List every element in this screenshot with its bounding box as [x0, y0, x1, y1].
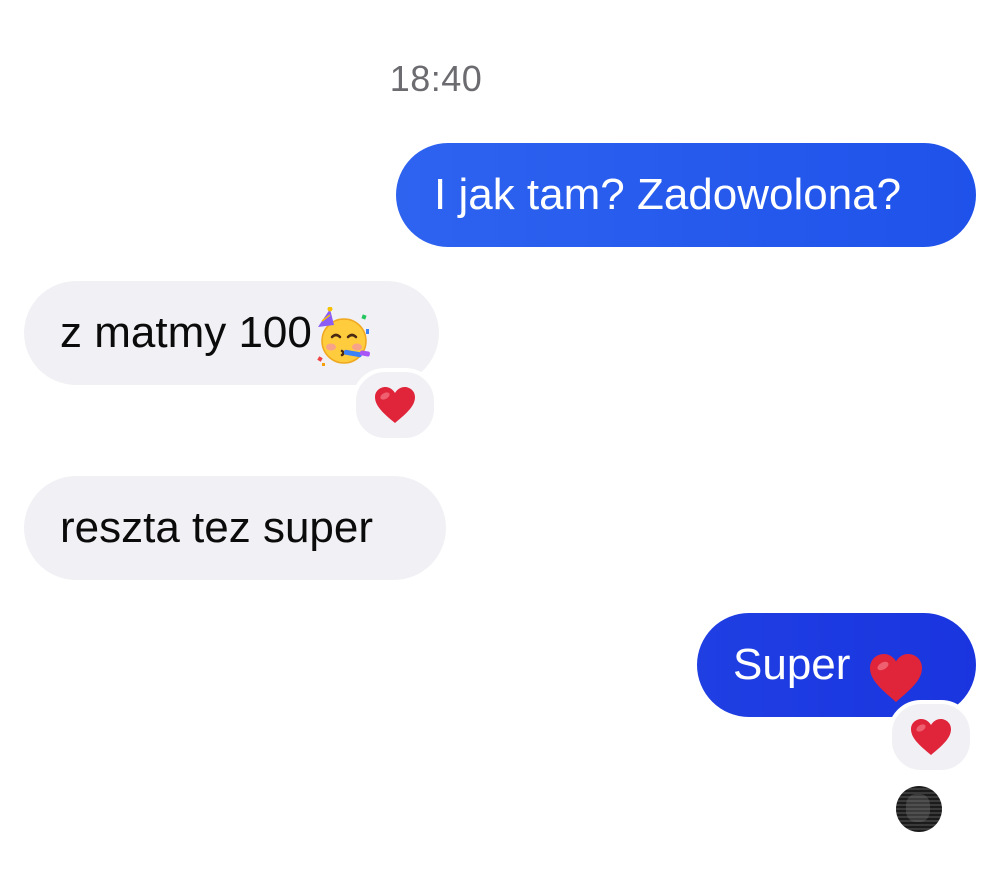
heart-reaction-badge[interactable] [888, 700, 974, 774]
message-text: I jak tam? Zadowolona? [434, 170, 902, 219]
avatar-silhouette [906, 794, 930, 822]
read-receipt-avatar [896, 786, 942, 832]
outgoing-message-bubble[interactable]: I jak tam? Zadowolona? [396, 143, 976, 247]
message-text: reszta tez super [60, 503, 374, 552]
incoming-message-bubble[interactable]: reszta tez super [24, 476, 446, 580]
message-text: Super [733, 640, 851, 689]
red-heart-icon [911, 719, 951, 755]
red-heart-icon [375, 387, 415, 423]
heart-reaction-badge[interactable] [352, 368, 438, 442]
red-heart-icon [868, 638, 924, 703]
message-timestamp: 18:40 [389, 58, 483, 99]
partying-face-icon [314, 301, 374, 367]
message-text: z matmy 100 [60, 308, 312, 357]
